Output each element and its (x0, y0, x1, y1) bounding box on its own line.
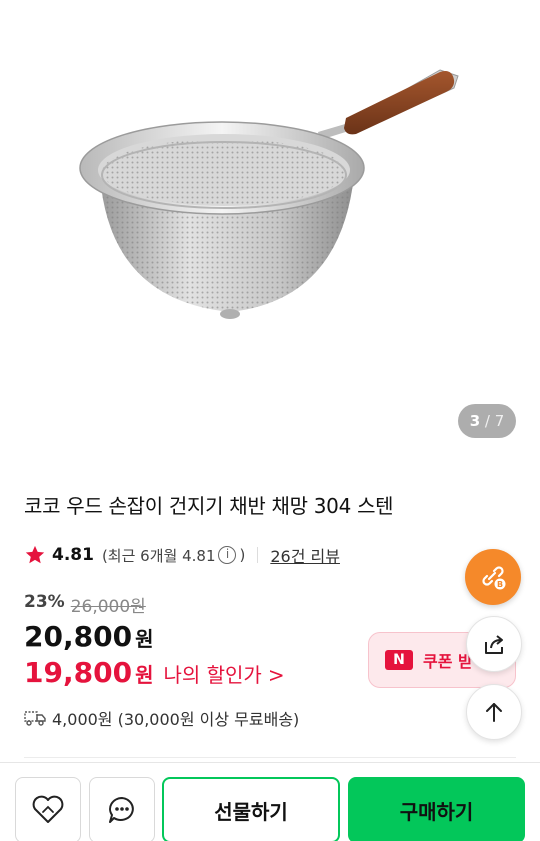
product-title: 코코 우드 손잡이 건지기 채반 채망 304 스텐 (24, 494, 394, 518)
reviews-link[interactable]: 26건 리뷰 (270, 543, 340, 567)
chat-button[interactable] (89, 777, 155, 841)
svg-text:B: B (497, 580, 503, 589)
info-icon[interactable]: i (218, 546, 237, 564)
wishlist-button[interactable] (15, 777, 81, 841)
recent-rating: (최근 6개월 4.81 i ) (102, 545, 245, 566)
arrow-up-icon (486, 703, 502, 722)
shipping-info: 4,000원 (30,000원 이상 무료배송) (24, 706, 299, 730)
image-counter-separator: / (484, 412, 490, 430)
product-image[interactable]: 3 / 7 (0, 0, 540, 460)
share-icon (485, 635, 503, 654)
buy-button[interactable]: 구매하기 (348, 777, 525, 841)
link-button[interactable]: B (465, 549, 521, 605)
chevron-right-icon: > (267, 663, 285, 687)
image-counter-current: 3 (469, 412, 481, 430)
image-counter: 3 / 7 (458, 404, 516, 438)
coupon-label: 쿠폰 받 (423, 652, 473, 671)
scroll-top-button[interactable] (466, 684, 522, 740)
original-price-row: 23% 26,000원 (24, 592, 146, 617)
rating-divider (257, 547, 259, 563)
sale-price: 20,800 원 (24, 620, 153, 653)
my-price-currency: 원 (135, 663, 154, 687)
heart-icon (32, 795, 64, 823)
link-icon: B (482, 566, 506, 590)
bottom-action-bar: 선물하기 구매하기 (0, 762, 540, 841)
gift-button[interactable]: 선물하기 (162, 777, 340, 841)
rating-row: 4.81 (최근 6개월 4.81 i ) 26건 리뷰 (24, 543, 340, 567)
image-counter-total: 7 (494, 412, 505, 430)
section-divider (24, 757, 516, 758)
original-price: 26,000원 (70, 597, 146, 617)
strainer-illustration (79, 69, 459, 319)
recent-rating-text: (최근 6개월 4.81 (101, 546, 216, 565)
discount-percent: 23% (24, 592, 65, 612)
my-price-label: 나의 할인가 (163, 663, 262, 687)
naver-badge: N (385, 650, 413, 670)
share-button[interactable] (466, 616, 522, 672)
recent-rating-close: ) (239, 546, 246, 564)
star-icon (25, 545, 45, 564)
sale-price-amount: 20,800 (24, 620, 133, 653)
my-discount-price[interactable]: 19,800 원 나의 할인가 > (24, 656, 285, 689)
chat-icon (109, 797, 134, 823)
my-price-amount: 19,800 (24, 656, 133, 689)
truck-icon (24, 711, 46, 726)
sale-price-currency: 원 (135, 627, 154, 651)
rating-score: 4.81 (52, 545, 94, 565)
shipping-text: 4,000원 (30,000원 이상 무료배송) (52, 710, 300, 729)
